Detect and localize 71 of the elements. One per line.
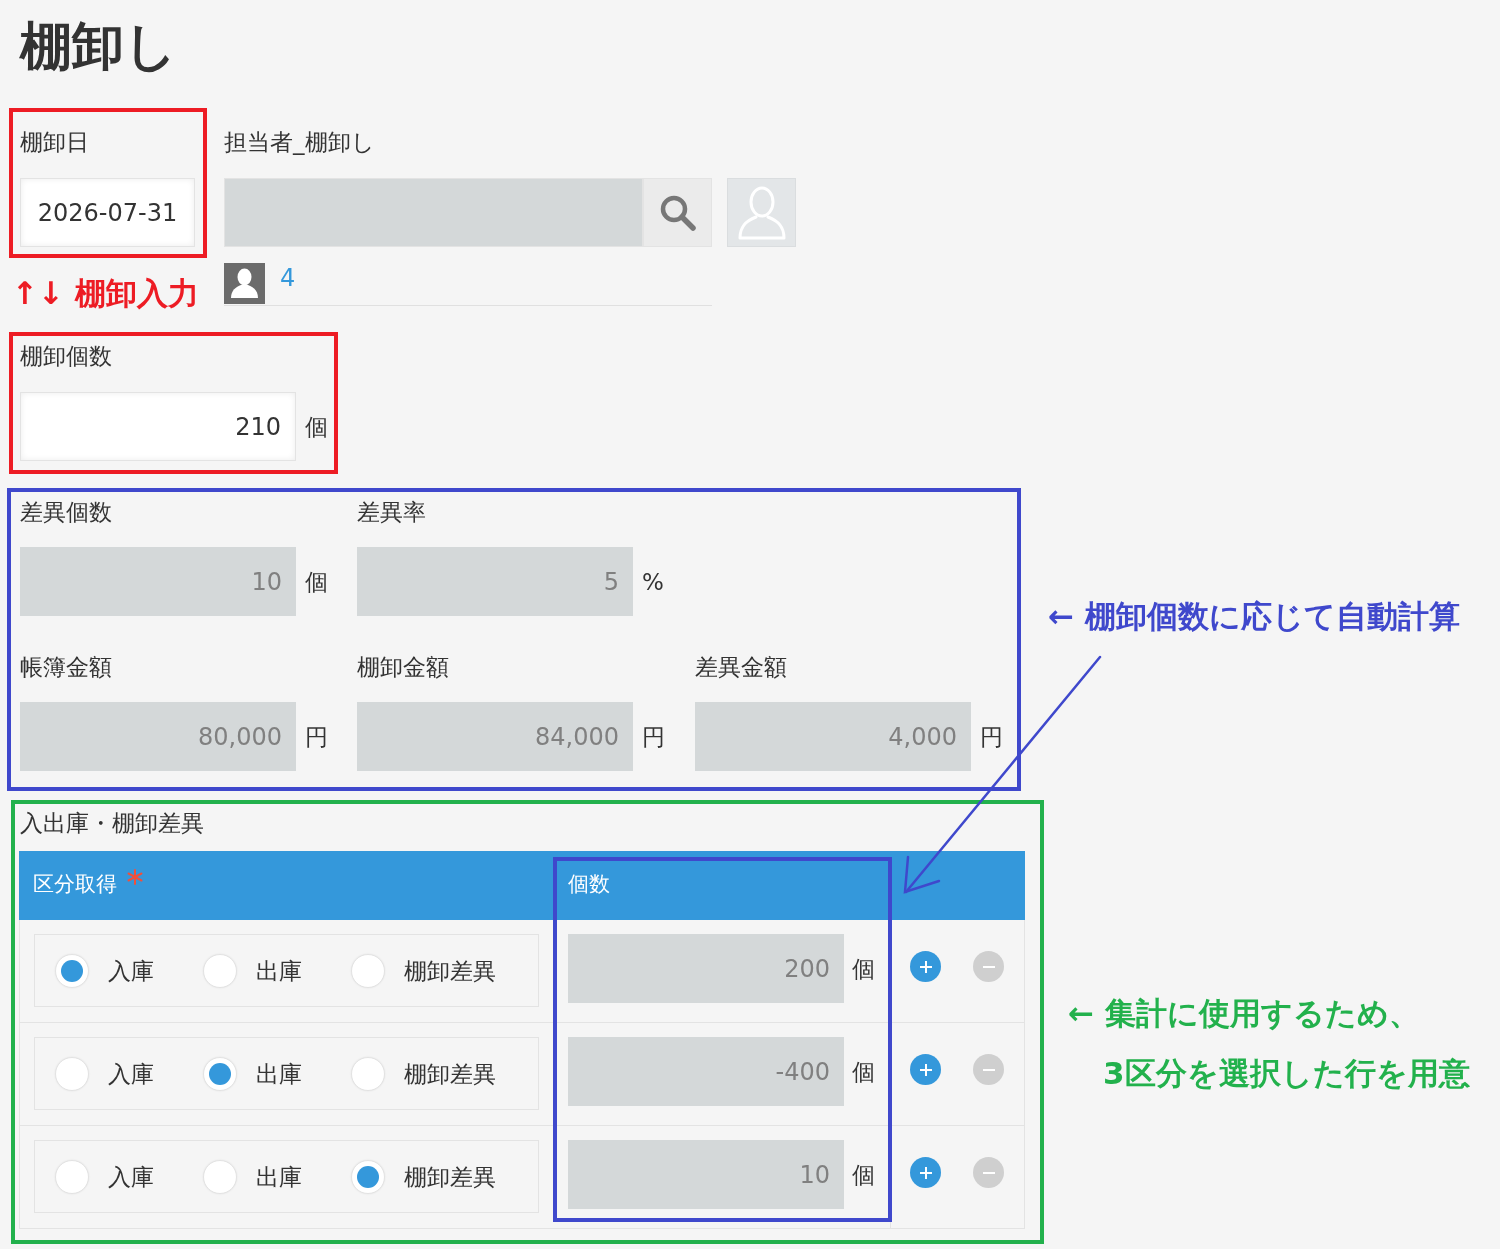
- person-icon: [736, 184, 787, 241]
- user-link[interactable]: 4: [280, 262, 296, 293]
- option-label: 出庫: [256, 957, 302, 984]
- remove-row-button[interactable]: [973, 1054, 1004, 1085]
- minus-icon: [982, 1171, 995, 1174]
- readonly-field[interactable]: 5: [357, 547, 633, 616]
- radio-button[interactable]: [55, 1159, 89, 1194]
- plus-icon: [919, 1166, 932, 1179]
- date-field[interactable]: 2026-07-31: [20, 178, 195, 247]
- readonly-field[interactable]: 10: [20, 547, 296, 616]
- remove-row-button[interactable]: [973, 951, 1004, 982]
- readonly-field[interactable]: 4,000: [695, 702, 971, 771]
- unit-label: %: [642, 568, 664, 595]
- radio-button[interactable]: [55, 953, 89, 988]
- user-search-field[interactable]: [224, 178, 643, 247]
- unit-label: 円: [642, 723, 665, 750]
- plus-icon: [919, 960, 932, 973]
- option-label: 棚卸差異: [404, 1060, 496, 1087]
- radio-button[interactable]: [351, 1159, 385, 1194]
- annotation-text: ↑↓ 棚卸入力: [12, 274, 199, 313]
- option-label: 棚卸差異: [404, 957, 496, 984]
- column-header: 個数: [568, 870, 610, 897]
- unit-label: 個: [852, 955, 875, 982]
- readonly-field[interactable]: -400: [568, 1037, 844, 1106]
- page-title: 棚卸し: [20, 16, 177, 76]
- field-label: 帳簿金額: [20, 654, 112, 680]
- field-label: 棚卸個数: [20, 343, 112, 369]
- radio-button[interactable]: [55, 1056, 89, 1091]
- unit-label: 個: [305, 568, 328, 595]
- plus-icon: [919, 1063, 932, 1076]
- option-label: 入庫: [108, 957, 154, 984]
- readonly-field[interactable]: 200: [568, 934, 844, 1003]
- option-label: 出庫: [256, 1163, 302, 1190]
- annotation-text: ← 棚卸個数に応じて自動計算: [1048, 597, 1460, 636]
- option-label: 出庫: [256, 1060, 302, 1087]
- search-button[interactable]: [643, 178, 712, 247]
- user-avatar-icon: [224, 263, 265, 304]
- field-label: 棚卸日: [20, 129, 89, 155]
- option-label: 入庫: [108, 1163, 154, 1190]
- radio-button[interactable]: [351, 953, 385, 988]
- unit-label: 個: [305, 413, 328, 440]
- unit-label: 円: [980, 723, 1003, 750]
- unit-label: 個: [852, 1161, 875, 1188]
- field-label: 差異金額: [695, 654, 787, 680]
- field-label: 差異個数: [20, 499, 112, 525]
- remove-row-button[interactable]: [973, 1157, 1004, 1188]
- user-select-button[interactable]: [727, 178, 796, 247]
- unit-label: 円: [305, 723, 328, 750]
- radio-button[interactable]: [351, 1056, 385, 1091]
- radio-button[interactable]: [203, 1159, 237, 1194]
- field-label: 棚卸金額: [357, 654, 449, 680]
- search-icon: [658, 193, 697, 232]
- option-label: 棚卸差異: [404, 1163, 496, 1190]
- readonly-field[interactable]: 10: [568, 1140, 844, 1209]
- field-label: 担当者_棚卸し: [224, 129, 375, 155]
- add-row-button[interactable]: [910, 1054, 941, 1085]
- readonly-field[interactable]: 80,000: [20, 702, 296, 771]
- annotation-text: ← 集計に使用するため、 3区分を選択した行を用意: [1068, 994, 1470, 1093]
- count-field[interactable]: 210: [20, 392, 296, 461]
- minus-icon: [982, 965, 995, 968]
- radio-button[interactable]: [203, 1056, 237, 1091]
- add-row-button[interactable]: [910, 1157, 941, 1188]
- column-header: 区分取得: [33, 870, 117, 897]
- readonly-field[interactable]: 84,000: [357, 702, 633, 771]
- add-row-button[interactable]: [910, 951, 941, 982]
- field-label: 入出庫・棚卸差異: [20, 810, 204, 836]
- minus-icon: [982, 1068, 995, 1071]
- option-label: 入庫: [108, 1060, 154, 1087]
- radio-button[interactable]: [203, 953, 237, 988]
- unit-label: 個: [852, 1058, 875, 1085]
- field-label: 差異率: [357, 499, 426, 525]
